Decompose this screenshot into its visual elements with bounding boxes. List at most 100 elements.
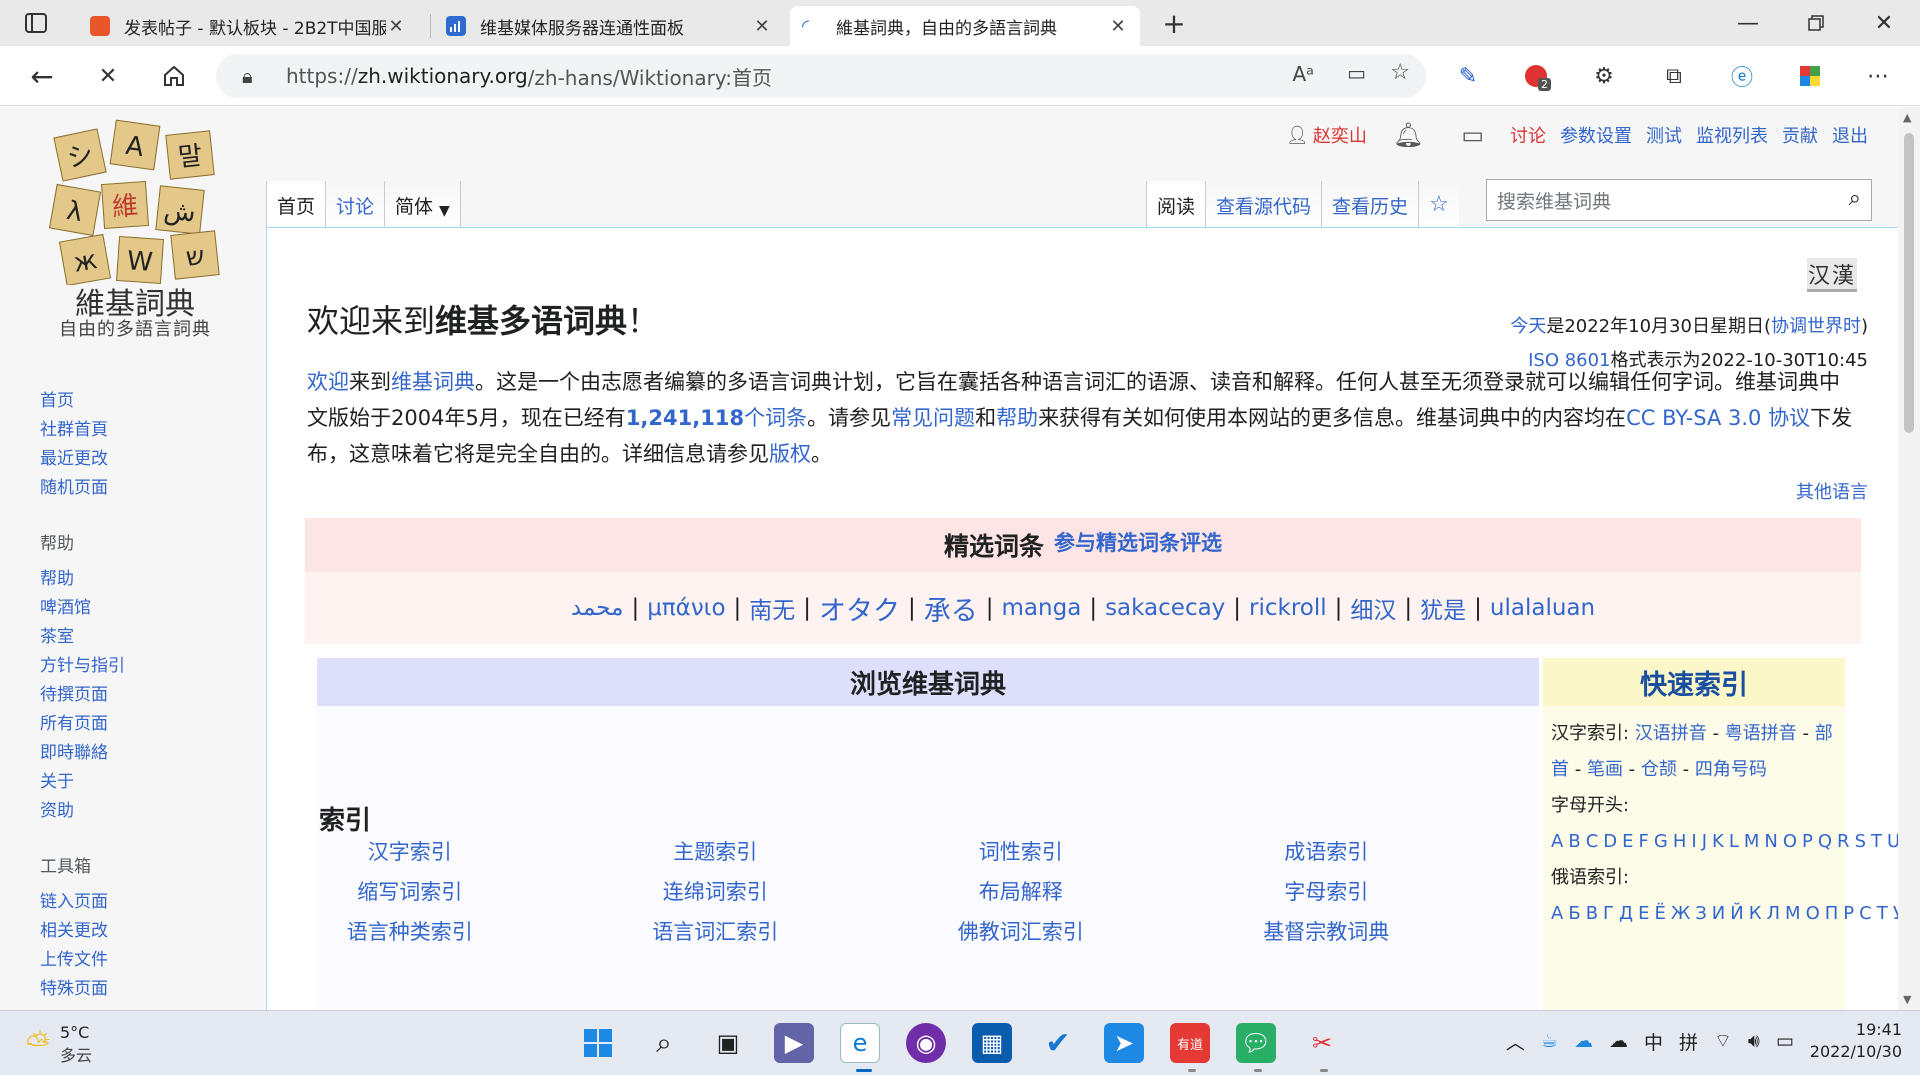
battery-icon[interactable]: ▭ — [1776, 1030, 1794, 1052]
alpha-index-letter[interactable]: B — [1568, 831, 1580, 852]
scrollbar-thumb[interactable] — [1904, 133, 1914, 433]
quick-link[interactable]: 仓颉 — [1641, 759, 1677, 780]
read-aloud-icon[interactable]: A͏ᵃ — [1292, 62, 1314, 86]
wifi-icon[interactable]: ⌔ — [1714, 1029, 1732, 1053]
search-input[interactable]: 搜索维基词典 ⌕ — [1486, 179, 1872, 221]
featured-word[interactable]: μπάνιο — [647, 595, 725, 621]
sandbox-link[interactable]: 测试 — [1646, 122, 1682, 148]
teams-chat-icon[interactable]: ▶ — [774, 1023, 814, 1063]
featured-word[interactable]: 承る — [924, 589, 978, 628]
alpha-index-letter[interactable]: P — [1802, 831, 1813, 852]
sidebar-item-about[interactable]: 关于 — [40, 768, 250, 797]
close-tab-icon[interactable]: ✕ — [386, 16, 406, 37]
ime-mode-indicator[interactable]: 中 — [1644, 1028, 1663, 1055]
alpha-index-letter[interactable]: A — [1551, 831, 1563, 852]
alpha-index-letter[interactable]: K — [1712, 831, 1724, 852]
close-window-icon[interactable]: ✕ — [1864, 3, 1904, 43]
welcome-link[interactable]: 欢迎 — [307, 370, 349, 394]
task-view-icon[interactable]: ▣ — [708, 1023, 748, 1063]
extensions-puzzle-icon[interactable]: ⚙ — [1584, 56, 1624, 96]
sidebar-item-policies[interactable]: 方针与指引 — [40, 652, 250, 681]
notifications-bell-icon[interactable]: 🔔︎ — [1393, 121, 1423, 149]
faq-link[interactable]: 常见问题 — [891, 406, 975, 430]
sidebar-item-all-pages[interactable]: 所有页面 — [40, 710, 250, 739]
watchlist-link[interactable]: 监视列表 — [1696, 122, 1768, 148]
quick-link[interactable]: 四角号码 — [1695, 759, 1767, 780]
sidebar-item-chat[interactable]: 即時聯絡 — [40, 739, 250, 768]
collections-icon[interactable]: ⧉ — [1654, 56, 1694, 96]
sidebar-item-tea-room[interactable]: 茶室 — [40, 623, 250, 652]
sidebar-item-upload-file[interactable]: 上传文件 — [40, 946, 250, 975]
sidebar-item-community[interactable]: 社群首頁 — [40, 416, 250, 445]
wechat-icon[interactable]: 💬︎ — [1236, 1023, 1276, 1063]
restore-icon[interactable] — [1796, 3, 1836, 43]
address-bar[interactable]: 🔒︎ https://zh.wiktionary.org/zh-hans/Wik… — [216, 54, 1426, 98]
notices-inbox-icon[interactable]: ▭ — [1461, 121, 1484, 149]
weather-widget[interactable]: ⛅︎ 5°C 多云 — [26, 1023, 92, 1066]
media-player-icon[interactable]: ◉ — [906, 1023, 946, 1063]
feishu-icon[interactable]: ➤ — [1104, 1023, 1144, 1063]
close-tab-icon[interactable]: ✕ — [752, 16, 772, 37]
alpha-index-letter[interactable]: T — [1871, 831, 1882, 852]
alpha-index-letter[interactable]: S — [1855, 831, 1866, 852]
featured-word[interactable]: 细汉 — [1350, 591, 1396, 625]
license-link[interactable]: CC BY-SA 3.0 协议 — [1626, 406, 1810, 430]
quick-link[interactable]: 笔画 — [1587, 759, 1623, 780]
entry-count-link[interactable]: 1,241,118 — [626, 406, 744, 430]
more-menu-icon[interactable]: ⋯ — [1858, 56, 1898, 96]
variant-dropdown[interactable]: 简体 ▼ — [384, 181, 461, 227]
wiktionary-link[interactable]: 维基词典 — [391, 370, 475, 394]
preferences-link[interactable]: 参数设置 — [1560, 122, 1632, 148]
entries-link[interactable]: 个词条 — [744, 406, 807, 430]
back-icon[interactable]: ← — [22, 56, 62, 96]
alpha-index-letter[interactable]: И — [1712, 903, 1725, 924]
tab-main-page[interactable]: 首页 — [266, 181, 326, 227]
extension-badge-icon[interactable]: 2 — [1516, 56, 1556, 96]
stop-loading-icon[interactable]: ✕ — [88, 56, 128, 96]
alpha-index-letter[interactable]: К — [1749, 903, 1762, 924]
help-link[interactable]: 帮助 — [996, 406, 1038, 430]
alpha-index-letter[interactable]: М — [1785, 903, 1801, 924]
alpha-index-letter[interactable]: E — [1622, 831, 1633, 852]
search-icon[interactable]: ⌕ — [1849, 186, 1861, 211]
add-favorite-icon[interactable]: ☆ — [1390, 60, 1410, 85]
snipping-tool-icon[interactable]: ✂ — [1302, 1023, 1342, 1063]
index-link-alphabet[interactable]: 字母索引 — [1114, 876, 1540, 906]
new-tab-icon[interactable]: + — [1154, 3, 1194, 43]
featured-word[interactable]: محمد — [571, 595, 624, 621]
featured-word[interactable]: 犹是 — [1420, 591, 1466, 625]
todo-icon[interactable]: ✔ — [1038, 1023, 1078, 1063]
edge-extension-icon[interactable]: ⓔ — [1722, 56, 1762, 96]
lock-icon[interactable]: 🔒︎ — [242, 64, 253, 88]
sidebar-item-recent-changes[interactable]: 最近更改 — [40, 445, 250, 474]
alpha-index-letter[interactable]: G — [1654, 831, 1668, 852]
alpha-index-letter[interactable]: U — [1887, 831, 1898, 852]
start-icon[interactable] — [578, 1023, 618, 1063]
watch-star-icon[interactable]: ☆ — [1418, 181, 1459, 227]
alpha-index-letter[interactable]: L — [1729, 831, 1739, 852]
alpha-index-letter[interactable]: Й — [1730, 903, 1743, 924]
page-scrollbar[interactable]: ▲ ▼ — [1898, 107, 1920, 1010]
sidebar-item-wanted-pages[interactable]: 待撰页面 — [40, 681, 250, 710]
tray-app-icon[interactable]: ☕︎ — [1541, 1030, 1558, 1052]
talk-link[interactable]: 讨论 — [1510, 122, 1546, 148]
search-icon[interactable]: ⌕ — [644, 1023, 684, 1063]
alpha-index-letter[interactable]: В — [1586, 903, 1598, 924]
alpha-index-letter[interactable]: Б — [1568, 903, 1580, 924]
logout-link[interactable]: 退出 — [1832, 122, 1868, 148]
alpha-index-letter[interactable]: Т — [1877, 903, 1888, 924]
colorful-extension-icon[interactable] — [1790, 56, 1830, 96]
alpha-index-letter[interactable]: H — [1673, 831, 1687, 852]
copyright-link[interactable]: 版权 — [769, 442, 811, 466]
alpha-index-letter[interactable]: Д — [1619, 903, 1633, 924]
alpha-index-letter[interactable]: Q — [1818, 831, 1832, 852]
today-link[interactable]: 今天 — [1510, 316, 1546, 337]
store-icon[interactable]: ▦ — [972, 1023, 1012, 1063]
alpha-index-letter[interactable]: С — [1859, 903, 1872, 924]
alpha-index-letter[interactable]: J — [1702, 831, 1707, 852]
script-toggle-button[interactable]: 汉漢 — [1807, 258, 1857, 292]
featured-vote-link[interactable]: 参与精选词条评选 — [1054, 527, 1222, 557]
index-link-christian[interactable]: 基督宗教词典 — [1114, 916, 1540, 946]
quick-link[interactable]: 粤语拼音 — [1725, 723, 1797, 744]
featured-word[interactable]: rickroll — [1249, 595, 1327, 621]
